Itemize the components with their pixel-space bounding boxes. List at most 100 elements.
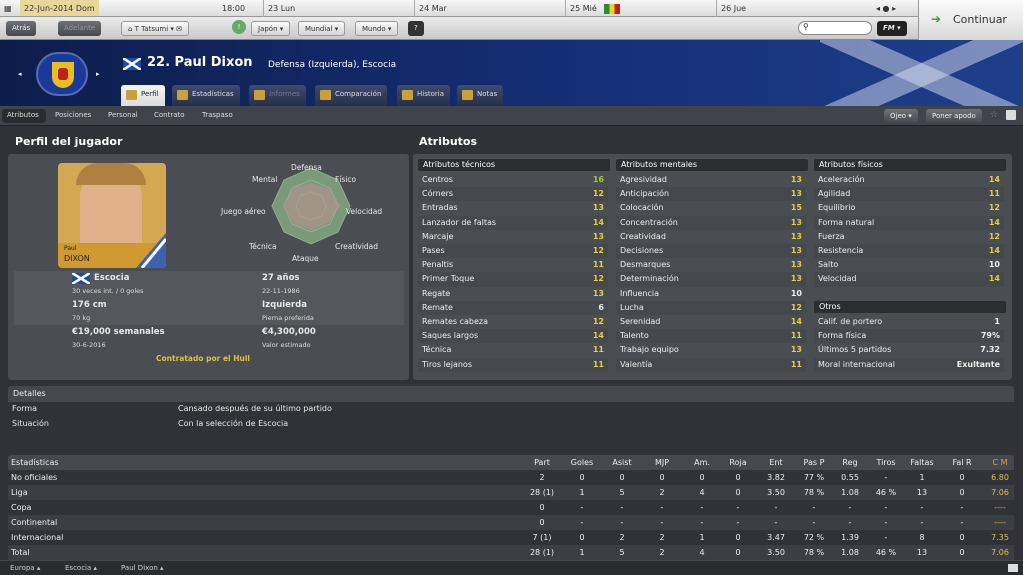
scout-button[interactable]: Ojeo ▾	[884, 109, 918, 123]
stats-column-header: Asist	[612, 458, 632, 467]
attribute-value: 13	[592, 231, 604, 241]
attribute-row[interactable]: Saques largos 14	[418, 329, 608, 344]
attribute-value: 6	[598, 302, 604, 312]
attribute-row[interactable]: Remate 6	[418, 300, 608, 315]
attribute-row[interactable]: Desmarques 13	[616, 258, 806, 272]
attribute-row[interactable]: Entradas 13	[418, 201, 608, 215]
table-row[interactable]: Total 28 (1) 1 5 2 4 0 3.50 78 % 1.08 46 % 13 0 7.06	[8, 545, 1014, 560]
back-button[interactable]: Atrás	[6, 21, 37, 36]
notification-icon[interactable]: !	[232, 20, 246, 34]
attribute-row[interactable]: Técnica 11	[418, 343, 608, 357]
attribute-row[interactable]: Pases 12	[418, 244, 608, 259]
tab-notas[interactable]: Notas	[457, 85, 504, 106]
attribute-row[interactable]: Anticipación 13	[616, 187, 806, 202]
world-menu[interactable]: Mundo ▾	[355, 21, 399, 36]
calendar-icon[interactable]: ▦	[4, 0, 16, 17]
calendar-nav-icon[interactable]: ◂ ● ▸	[876, 0, 896, 17]
tab-comparacion[interactable]: Comparación	[315, 85, 388, 106]
attribute-row[interactable]: Decisiones 13	[616, 244, 806, 259]
attribute-row[interactable]: Agresividad 13	[616, 173, 806, 187]
stats-icon	[177, 90, 188, 100]
attribute-row[interactable]: Trabajo equipo 13	[616, 343, 806, 357]
contracted-by[interactable]: Contratado por el Hull	[156, 354, 250, 363]
subnav-posiciones[interactable]: Posiciones	[55, 111, 91, 119]
attribute-row[interactable]: Valentía 11	[616, 357, 806, 372]
tab-informes[interactable]: Informes	[249, 85, 306, 106]
stats-cell: -	[700, 503, 704, 512]
tab-perfil[interactable]: Perfil	[121, 85, 165, 106]
radar-label: Defensa	[291, 163, 322, 172]
world-cup-menu[interactable]: Mundial ▾	[298, 21, 346, 36]
calendar-day[interactable]: 23 Lun	[268, 0, 295, 17]
breadcrumb-item[interactable]: Europa ▴	[10, 564, 40, 572]
breadcrumb-item[interactable]: Paul Dixon ▴	[121, 564, 164, 572]
attribute-row[interactable]: Marcaje 13	[418, 230, 608, 244]
table-row[interactable]: Internacional 7 (1) 0 2 2 1 0 3.47 72 % 1.39 - 8 0 7.…	[8, 530, 1014, 545]
attribute-row[interactable]: Penaltis 11	[418, 258, 608, 272]
attribute-row[interactable]: Influencia 10	[616, 287, 806, 301]
manager-menu[interactable]: ⌂ T Tatsumi ▾ ✉	[121, 21, 190, 36]
stats-cell: -	[848, 518, 852, 527]
fm-menu[interactable]: FM ▾	[877, 21, 907, 36]
subnav-personal[interactable]: Personal	[108, 111, 138, 119]
attribute-row[interactable]: Agilidad 11	[814, 187, 1004, 202]
attribute-row[interactable]: Forma natural 14	[814, 215, 1004, 230]
attribute-row[interactable]: Moral internacional Exultante	[814, 357, 1004, 372]
attribute-row[interactable]: Aceleración 14	[814, 173, 1004, 187]
chat-icon[interactable]	[1008, 564, 1018, 572]
stats-cell: 1	[699, 533, 705, 542]
nickname-button[interactable]: Poner apodo	[926, 109, 982, 123]
subnav-atributos[interactable]: Atributos	[7, 111, 39, 119]
stats-cell: 7.35	[991, 533, 1009, 542]
nationality[interactable]: Escocia	[94, 273, 129, 283]
attribute-row[interactable]: Regate 13	[418, 287, 608, 301]
next-player-icon[interactable]: ▸	[96, 70, 100, 78]
continue-button[interactable]: ➔ Continuar	[918, 0, 1023, 40]
attribute-row[interactable]: Calif. de portero 1	[814, 315, 1004, 329]
attribute-row[interactable]: Salto 10	[814, 258, 1004, 272]
subnav-traspaso[interactable]: Traspaso	[202, 111, 233, 119]
country-menu[interactable]: Japón ▾	[251, 21, 291, 36]
attribute-row[interactable]: Talento 11	[616, 329, 806, 344]
search-input[interactable]: ⚲	[798, 21, 872, 35]
attribute-row[interactable]: Concentración 13	[616, 215, 806, 230]
attribute-row[interactable]: Resistencia 14	[814, 244, 1004, 259]
attribute-row[interactable]: Últimos 5 partidos 7.32	[814, 343, 1004, 357]
attribute-row[interactable]: Fuerza 12	[814, 230, 1004, 244]
stats-cell: 77 %	[803, 473, 825, 482]
calendar-day[interactable]: 26 Jue	[721, 0, 746, 17]
table-row[interactable]: Copa 0- - - - - - - - - - - ----	[8, 500, 1014, 515]
attribute-row[interactable]: Creatividad 13	[616, 230, 806, 244]
attribute-row[interactable]: Lucha 12	[616, 300, 806, 315]
attribute-row[interactable]: Lanzador de faltas 14	[418, 215, 608, 230]
breadcrumb-item[interactable]: Escocia ▴	[65, 564, 97, 572]
attribute-row[interactable]: Primer Toque 12	[418, 272, 608, 287]
attribute-row[interactable]: Colocación 15	[616, 201, 806, 215]
subnav-contrato[interactable]: Contrato	[154, 111, 185, 119]
forward-button[interactable]: Adelante	[58, 21, 102, 36]
previous-player-icon[interactable]: ◂	[18, 70, 22, 78]
attribute-row[interactable]: Serenidad 14	[616, 315, 806, 329]
table-row[interactable]: Liga 28 (1) 1 5 2 4 0 3.50 78 % 1.08 46 % 13 0 7.06	[8, 485, 1014, 500]
calendar-day[interactable]: 25 Mié	[570, 0, 597, 17]
attribute-row[interactable]: Forma física 79%	[814, 329, 1004, 344]
attribute-row[interactable]: Tiros lejanos 11	[418, 357, 608, 372]
calendar-day[interactable]: 24 Mar	[419, 0, 447, 17]
attribute-name: Trabajo equipo	[620, 345, 679, 355]
help-button[interactable]: ?	[408, 21, 424, 36]
table-row[interactable]: Continental 0- - - - - - - - - - - ----	[8, 515, 1014, 530]
attribute-row[interactable]: Determinación 13	[616, 272, 806, 287]
tab-estadisticas[interactable]: Estadísticas	[172, 85, 240, 106]
stats-cell: 2	[539, 473, 545, 482]
attribute-row[interactable]: Velocidad 14	[814, 272, 1004, 287]
attribute-row[interactable]: Córners 12	[418, 187, 608, 202]
attribute-name: Forma física	[818, 331, 867, 341]
attribute-name: Creatividad	[620, 231, 666, 241]
attribute-row[interactable]: Equilibrio 12	[814, 201, 1004, 215]
edit-note-icon[interactable]	[1006, 110, 1016, 120]
star-icon[interactable]: ☆	[990, 110, 998, 120]
attribute-row[interactable]: Centros 16	[418, 173, 608, 187]
attribute-row[interactable]: Remates cabeza 12	[418, 315, 608, 329]
tab-historia[interactable]: Historia	[397, 85, 450, 106]
table-row[interactable]: No oficiales 2 0 0 0 0 0 3.82 77 % 0.55 - 1 0 6.80	[8, 470, 1014, 485]
